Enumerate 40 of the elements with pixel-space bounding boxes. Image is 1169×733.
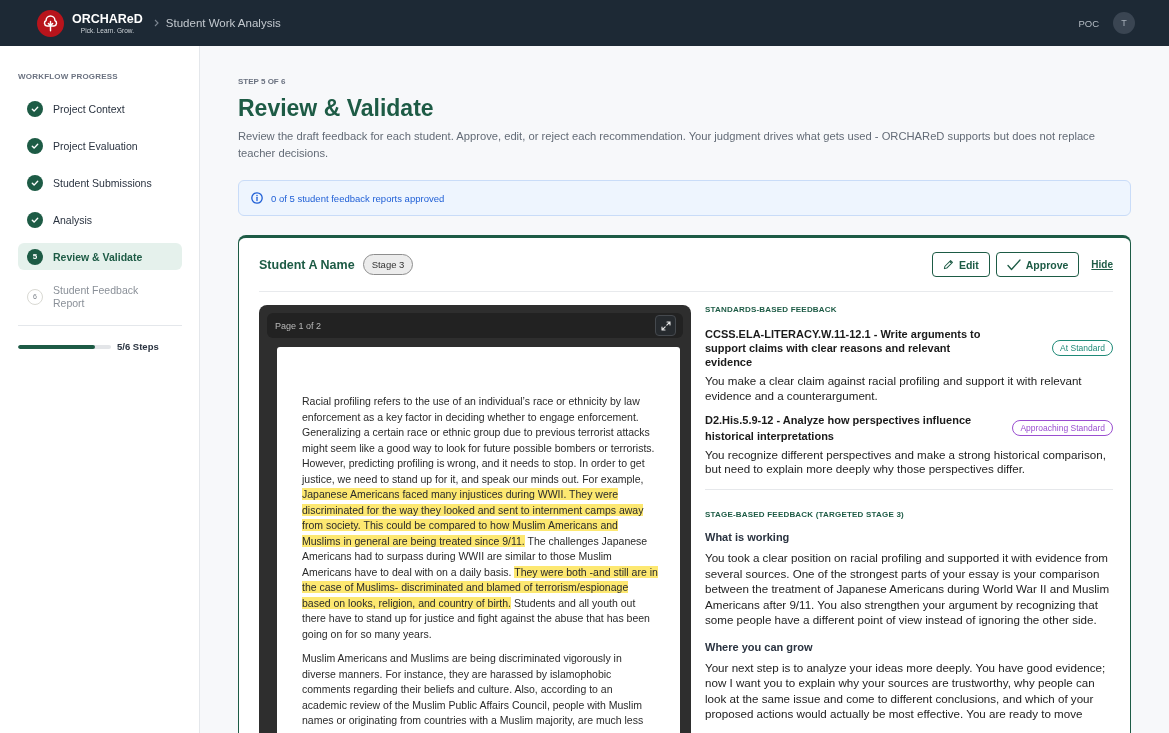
page-indicator: Page 1 of 2 xyxy=(275,320,322,331)
stage-tag: Stage 3 xyxy=(362,254,414,275)
approval-status-text: 0 of 5 student feedback reports approved xyxy=(271,192,445,204)
check-icon xyxy=(1006,258,1021,271)
sidebar-heading: WORKFLOW PROGRESS xyxy=(18,72,119,82)
feedback-subheading: Where you can grow xyxy=(705,640,814,653)
workflow-step[interactable]: Analysis xyxy=(18,206,182,233)
tree-logo-icon[interactable] xyxy=(37,9,64,37)
user-label: POC xyxy=(1078,17,1099,29)
feedback-text: You took a clear position on racial profiling and supported it with evidence from several sources. One of the strongest parts of your essay is your comparison between the treatment of Japanese Americans during World War II and Muslim Americans after 9/11. You also strengthen your argument by recognizing that some people have a different point of view instead of ignoring the other side. xyxy=(705,550,1111,628)
standard-title: CCSS.ELA-LITERACY.W.11-12.1 - Write arguments to support claims with clear reasons and relevant evidence xyxy=(705,327,982,369)
expand-button[interactable] xyxy=(655,315,676,336)
workflow-step[interactable]: Project Evaluation xyxy=(18,132,182,159)
avatar[interactable]: T xyxy=(1113,12,1135,34)
feedback-subheading: What is working xyxy=(705,531,791,543)
step-number: 5 xyxy=(27,248,43,265)
edit-button[interactable]: Edit xyxy=(931,252,990,277)
pencil-icon xyxy=(942,259,954,270)
section-heading: STAGE-BASED FEEDBACK (TARGETED STAGE 3) xyxy=(705,510,905,520)
step-eyebrow: STEP 5 OF 6 xyxy=(238,77,287,87)
expand-icon xyxy=(660,320,671,331)
progress-label: 5/6 Steps xyxy=(117,341,159,352)
chevron-right-icon xyxy=(153,19,159,27)
brand-name: ORCHAReD xyxy=(72,11,143,26)
feedback-text: Your next step is to analyze your ideas more deeply. You have good evidence; now I want you to explain why your sources are trustworthy, why people can look at the same issue and come to different conclusions, and which of your proposed actions would actually be most effective. You are ready to move xyxy=(705,659,1107,722)
student-name: Student A Name xyxy=(259,257,355,272)
info-icon xyxy=(251,192,263,204)
essay-paragraph: Muslim Americans and Muslims are being discriminated vigorously in diverse manners. For instance, they are harassed by islamophobic comments regarding their beliefs and culture. Also, according to an academic review of the Muslim Public Affairs Council, people with Muslim names or originating from countries with a Muslim majority, are much less xyxy=(302,651,645,728)
page-title: Review & Validate xyxy=(238,94,435,122)
workflow-step[interactable]: Student Submissions xyxy=(18,169,182,196)
approve-button[interactable]: Approve xyxy=(995,252,1080,277)
hide-link[interactable]: Hide xyxy=(1091,259,1113,270)
workflow-step[interactable]: Project Context xyxy=(18,95,182,122)
feedback-text: You recognize different perspectives and make a strong historical comparison, but need to explain more deeply why those perspectives differ. xyxy=(705,448,1107,475)
workflow-step[interactable]: 5 Review & Validate xyxy=(18,243,182,270)
breadcrumb-title: Student Work Analysis xyxy=(165,17,281,29)
standard-title: D2.His.5.9-12 - Analyze how perspectives influence historical interpretations xyxy=(705,413,973,444)
section-heading: STANDARDS-BASED FEEDBACK xyxy=(705,305,838,315)
page-description: Review the draft feedback for each student. Approve, edit, or reject each recommendation. Your judgment drives what gets used - ORCHAReD supports but does not replace teacher decisions. xyxy=(238,129,1096,161)
feedback-text: You make a clear claim against racial profiling and support it with relevant evidence and a counterargument. xyxy=(705,373,1083,403)
